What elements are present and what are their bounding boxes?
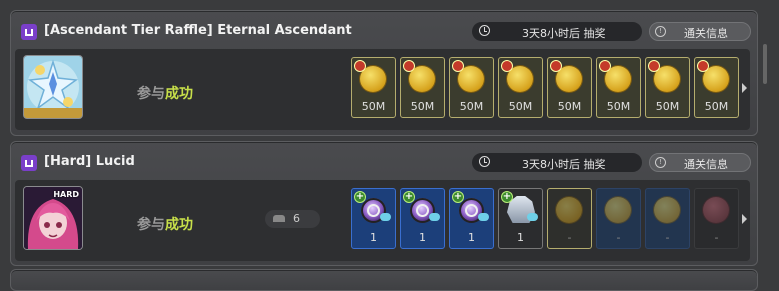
reward-qty: 50M: [410, 100, 435, 113]
clear-info-label: 通关信息: [684, 158, 728, 171]
cloud-icon: [527, 213, 538, 221]
status-success: 成功: [165, 217, 193, 233]
reward-qty: 1: [517, 231, 524, 244]
plus-icon: +: [403, 191, 415, 203]
raffle-timer-text: 3天8小时后 抽奖: [522, 27, 606, 40]
boss-category-icon: [21, 155, 37, 171]
reward-qty: -: [567, 231, 572, 244]
reward-qty: -: [714, 231, 719, 244]
reward-qty: -: [665, 231, 670, 244]
scroll-right-icon[interactable]: [742, 214, 747, 224]
raffle-tag-icon: [403, 60, 415, 72]
boss-portrait: [23, 55, 83, 119]
meso-coin-icon: [605, 197, 631, 223]
reward-qty: 1: [468, 231, 475, 244]
info-icon: !: [655, 26, 666, 37]
panel-header: [Ascendant Tier Raffle] Eternal Ascendan…: [11, 11, 757, 45]
reward-slot[interactable]: -: [645, 188, 690, 249]
clear-info-label: 通关信息: [684, 27, 728, 40]
meso-coin-icon: [654, 197, 680, 223]
reward-qty: 50M: [606, 100, 631, 113]
panel-header: [Hard] Lucid 3天8小时后 抽奖 ! 通关信息: [11, 142, 757, 176]
panel-body: HARD 参与成功 6 +1 +1 +1 +1 - - - -: [15, 180, 750, 261]
status-prefix: 参与: [137, 86, 165, 102]
raffle-timer: 3天8小时后 抽奖: [472, 22, 642, 41]
party-icon: [273, 215, 285, 222]
clock-icon: [479, 25, 490, 36]
reward-slot[interactable]: 50M: [694, 57, 739, 118]
cloud-icon: [478, 213, 489, 221]
scrollbar[interactable]: [763, 44, 767, 84]
plus-icon: +: [501, 191, 513, 203]
raffle-tag-icon: [648, 60, 660, 72]
party-size: 6: [265, 210, 320, 228]
panel-title: [Ascendant Tier Raffle] Eternal Ascendan…: [44, 23, 352, 38]
reward-slot[interactable]: -: [596, 188, 641, 249]
reward-slot[interactable]: +1: [498, 188, 543, 249]
reward-slot[interactable]: 50M: [547, 57, 592, 118]
cloud-icon: [429, 213, 440, 221]
cloud-icon: [380, 213, 391, 221]
raffle-tag-icon: [501, 60, 513, 72]
reward-qty: 50M: [508, 100, 533, 113]
meso-coin-icon: [556, 197, 582, 223]
reward-slot[interactable]: 50M: [449, 57, 494, 118]
reward-qty: 1: [370, 231, 377, 244]
panel-title: [Hard] Lucid: [44, 154, 135, 169]
reward-slot[interactable]: 50M: [498, 57, 543, 118]
raffle-tag-icon: [599, 60, 611, 72]
party-count: 6: [293, 212, 300, 225]
raffle-timer: 3天8小时后 抽奖: [472, 153, 642, 172]
scroll-right-icon[interactable]: [742, 83, 747, 93]
info-icon: !: [655, 157, 666, 168]
raffle-tag-icon: [354, 60, 366, 72]
reward-qty: 50M: [557, 100, 582, 113]
plus-icon: +: [354, 191, 366, 203]
raffle-timer-text: 3天8小时后 抽奖: [522, 158, 606, 171]
status-success: 成功: [165, 86, 193, 102]
boss-panel-hard-lucid: [Hard] Lucid 3天8小时后 抽奖 ! 通关信息 HARD 参与成功: [10, 141, 758, 266]
raffle-tag-icon: [550, 60, 562, 72]
reward-qty: 50M: [655, 100, 680, 113]
reward-slot[interactable]: 50M: [400, 57, 445, 118]
participation-status: 参与成功: [137, 214, 193, 234]
reward-qty: 1: [419, 231, 426, 244]
clear-info-button[interactable]: ! 通关信息: [649, 153, 751, 172]
raffle-tag-icon: [697, 60, 709, 72]
hard-badge: HARD: [53, 190, 79, 199]
boss-panel-eternal-ascendant: [Ascendant Tier Raffle] Eternal Ascendan…: [10, 10, 758, 136]
reward-qty: 50M: [361, 100, 386, 113]
participation-status: 参与成功: [137, 83, 193, 103]
panel-body: 参与成功 50M 50M 50M 50M 50M 50M 50M 50M: [15, 49, 750, 130]
boss-panel-next: [10, 269, 758, 291]
boss-portrait: HARD: [23, 186, 83, 250]
reward-slot[interactable]: +1: [351, 188, 396, 249]
raffle-tag-icon: [452, 60, 464, 72]
reward-slot[interactable]: -: [694, 188, 739, 249]
boss-category-icon: [21, 24, 37, 40]
reward-slot[interactable]: +1: [400, 188, 445, 249]
reward-slot[interactable]: 50M: [645, 57, 690, 118]
reward-slot[interactable]: -: [547, 188, 592, 249]
reward-qty: -: [616, 231, 621, 244]
reward-qty: 50M: [459, 100, 484, 113]
pink-coin-icon: [703, 197, 729, 223]
reward-slot[interactable]: +1: [449, 188, 494, 249]
reward-slot[interactable]: 50M: [596, 57, 641, 118]
clock-icon: [479, 156, 490, 167]
reward-slot[interactable]: 50M: [351, 57, 396, 118]
plus-icon: +: [452, 191, 464, 203]
reward-qty: 50M: [704, 100, 729, 113]
clear-info-button[interactable]: ! 通关信息: [649, 22, 751, 41]
status-prefix: 参与: [137, 217, 165, 233]
